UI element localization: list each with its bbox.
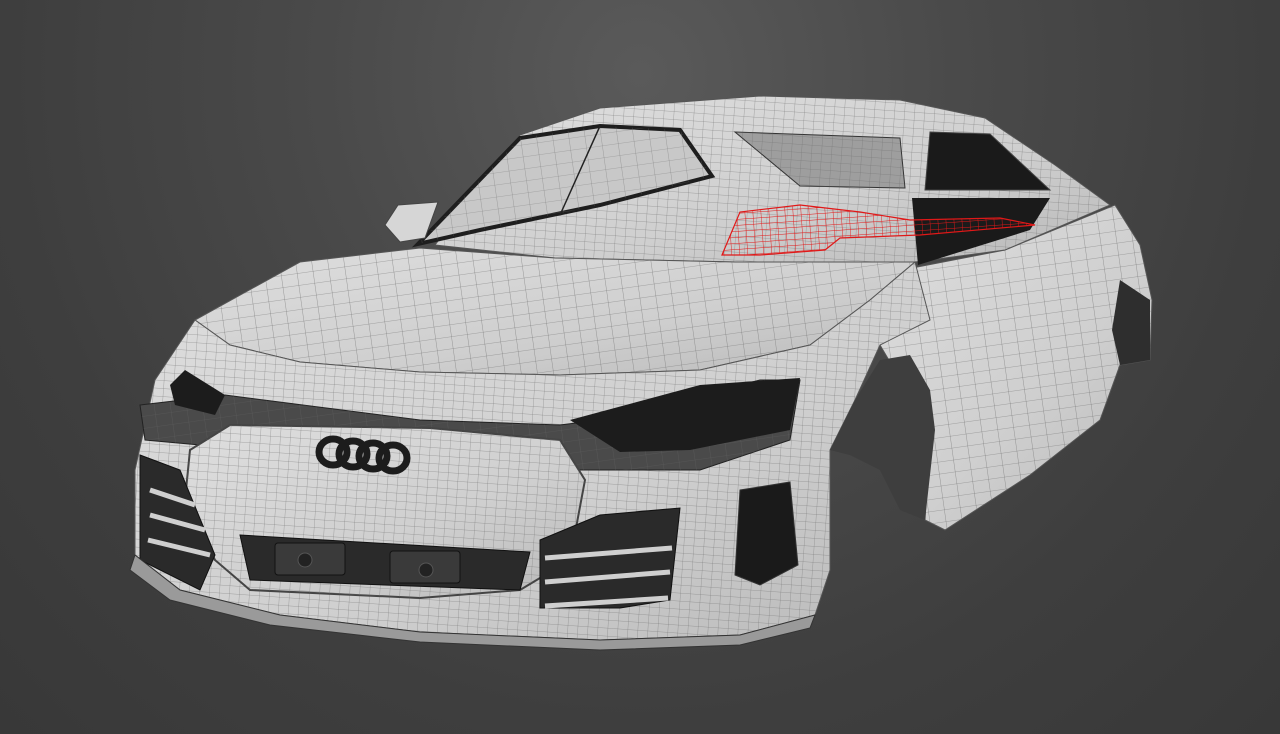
3d-viewport[interactable]	[0, 0, 1280, 734]
car-wireframe-render[interactable]	[0, 0, 1280, 734]
side-vent	[734, 481, 799, 586]
